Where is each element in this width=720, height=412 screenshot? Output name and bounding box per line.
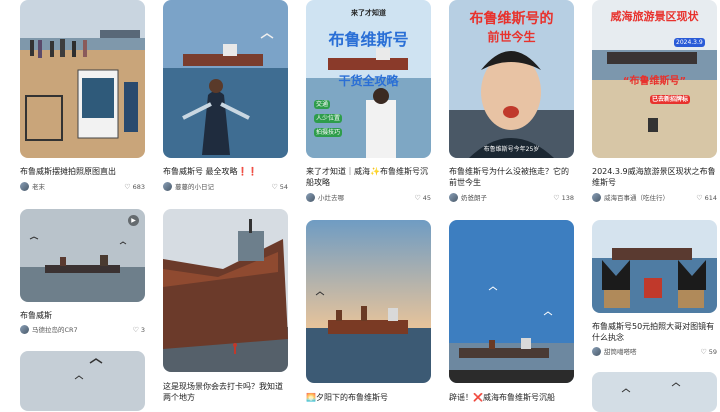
note-cover-image[interactable]: 威海旅游景区现状 2024.3.9 “布鲁维斯号” 已去新招牌标: [592, 0, 717, 158]
cover-overlay-sub: 干货全攻略: [338, 74, 399, 88]
like-button[interactable]: ♡ 54: [271, 182, 288, 192]
note-meta: 小灶去哪 ♡ 45: [306, 192, 431, 204]
note-cover-image[interactable]: [449, 220, 574, 383]
cover-bullet: 人少位置: [314, 114, 343, 123]
cover-overlay-main: 布鲁维斯号: [328, 30, 409, 49]
note-meta: 甜筒噶嗒嗒 ♡ 59: [592, 346, 717, 358]
like-button[interactable]: ♡ 3: [133, 325, 145, 335]
note-meta: 蔓蔓的小日记 ♡ 54: [163, 181, 288, 193]
note-title[interactable]: 布鲁威斯摆摊拍照原图直出: [20, 166, 145, 177]
note-title[interactable]: 这是现场景你会去打卡吗？我知道两个地方: [163, 381, 288, 403]
like-button[interactable]: ♡ 45: [414, 193, 431, 203]
note-cover-image[interactable]: [306, 220, 431, 383]
author-avatar[interactable]: [20, 182, 29, 191]
video-play-icon: ▶: [128, 215, 139, 226]
author-name[interactable]: 威海百事通（吃住行）: [604, 193, 669, 203]
heart-icon: ♡: [271, 183, 278, 191]
cover-overlay-main: 威海旅游景区现状: [610, 10, 699, 23]
like-count: 59: [708, 348, 717, 356]
note-cover-image[interactable]: [592, 220, 717, 313]
note-title[interactable]: 布鲁威斯号 最全攻略❗️❗️: [163, 166, 288, 177]
note-cover-image[interactable]: 布鲁维斯号的 前世今生 布鲁维斯号今年25岁: [449, 0, 574, 158]
author-name[interactable]: 奶爸朗子: [461, 193, 487, 203]
cover-overlay-sub: 前世今生: [487, 30, 536, 44]
like-button[interactable]: ♡ 614: [696, 193, 717, 203]
like-button[interactable]: ♡ 59: [700, 347, 717, 357]
note-meta: 奶爸朗子 ♡ 138: [449, 192, 574, 204]
cover-overlay-top: 来了才知道: [351, 9, 386, 17]
note-cover-image[interactable]: [20, 351, 145, 411]
note-cover-image[interactable]: [163, 209, 288, 372]
note-title[interactable]: 布鲁威斯号50元拍照大哥对图镜有什么执念: [592, 321, 717, 343]
heart-icon: ♡: [132, 326, 139, 334]
author-name[interactable]: 小灶去哪: [318, 193, 344, 203]
heart-icon: ♡: [696, 194, 703, 202]
like-count: 45: [422, 194, 431, 202]
author-name[interactable]: 马德拉岛的CR7: [32, 325, 78, 335]
author-avatar[interactable]: [449, 193, 458, 202]
author-name[interactable]: 老末: [32, 182, 45, 192]
note-cover-image[interactable]: [20, 0, 145, 158]
note-cover-image[interactable]: [592, 372, 717, 412]
like-count: 138: [561, 194, 574, 202]
note-cover-image[interactable]: 来了才知道 布鲁维斯号 干货全攻略 交通 人少位置 拍摄技巧: [306, 0, 431, 158]
like-count: 3: [140, 326, 145, 334]
cover-bullet: 交通: [314, 100, 331, 109]
cover-date-badge: 2024.3.9: [674, 38, 705, 47]
like-button[interactable]: ♡ 138: [553, 193, 574, 203]
heart-icon: ♡: [553, 194, 560, 202]
note-title[interactable]: 辟谣！❌威海布鲁维斯号沉船: [449, 392, 574, 403]
like-count: 683: [132, 183, 145, 191]
note-title[interactable]: 布鲁维斯号为什么没被拖走？它的前世今生: [449, 166, 574, 188]
note-meta: 威海百事通（吃住行） ♡ 614: [592, 192, 717, 204]
author-name[interactable]: 蔓蔓的小日记: [175, 182, 214, 192]
author-avatar[interactable]: [163, 182, 172, 191]
heart-icon: ♡: [124, 183, 131, 191]
cover-bullet: 拍摄技巧: [314, 128, 343, 137]
author-name[interactable]: 甜筒噶嗒嗒: [604, 347, 637, 357]
like-count: 614: [704, 194, 717, 202]
note-cover-image[interactable]: ▶: [20, 209, 145, 302]
like-button[interactable]: ♡ 683: [124, 182, 145, 192]
note-meta: 老末 ♡ 683: [20, 181, 145, 193]
author-avatar[interactable]: [306, 193, 315, 202]
note-cover-image[interactable]: [163, 0, 288, 158]
heart-icon: ♡: [414, 194, 421, 202]
author-avatar[interactable]: [592, 347, 601, 356]
heart-icon: ♡: [700, 348, 707, 356]
note-title[interactable]: 布鲁威斯: [20, 310, 145, 321]
cover-tag: 已去新招牌标: [650, 95, 691, 104]
author-avatar[interactable]: [20, 325, 29, 334]
like-count: 54: [279, 183, 288, 191]
author-avatar[interactable]: [592, 193, 601, 202]
note-title[interactable]: 2024.3.9威海旅游景区现状之布鲁维斯号: [592, 166, 717, 188]
note-meta: 马德拉岛的CR7 ♡ 3: [20, 324, 145, 336]
cover-overlay-caption: 布鲁维斯号今年25岁: [483, 146, 540, 153]
note-title[interactable]: 来了才知道｜威海✨布鲁维斯号沉船攻略: [306, 166, 431, 188]
note-title[interactable]: 🌅夕阳下的布鲁维斯号: [306, 392, 431, 403]
cover-overlay-sub: “布鲁维斯号”: [622, 76, 687, 87]
cover-overlay-main: 布鲁维斯号的: [469, 11, 554, 27]
